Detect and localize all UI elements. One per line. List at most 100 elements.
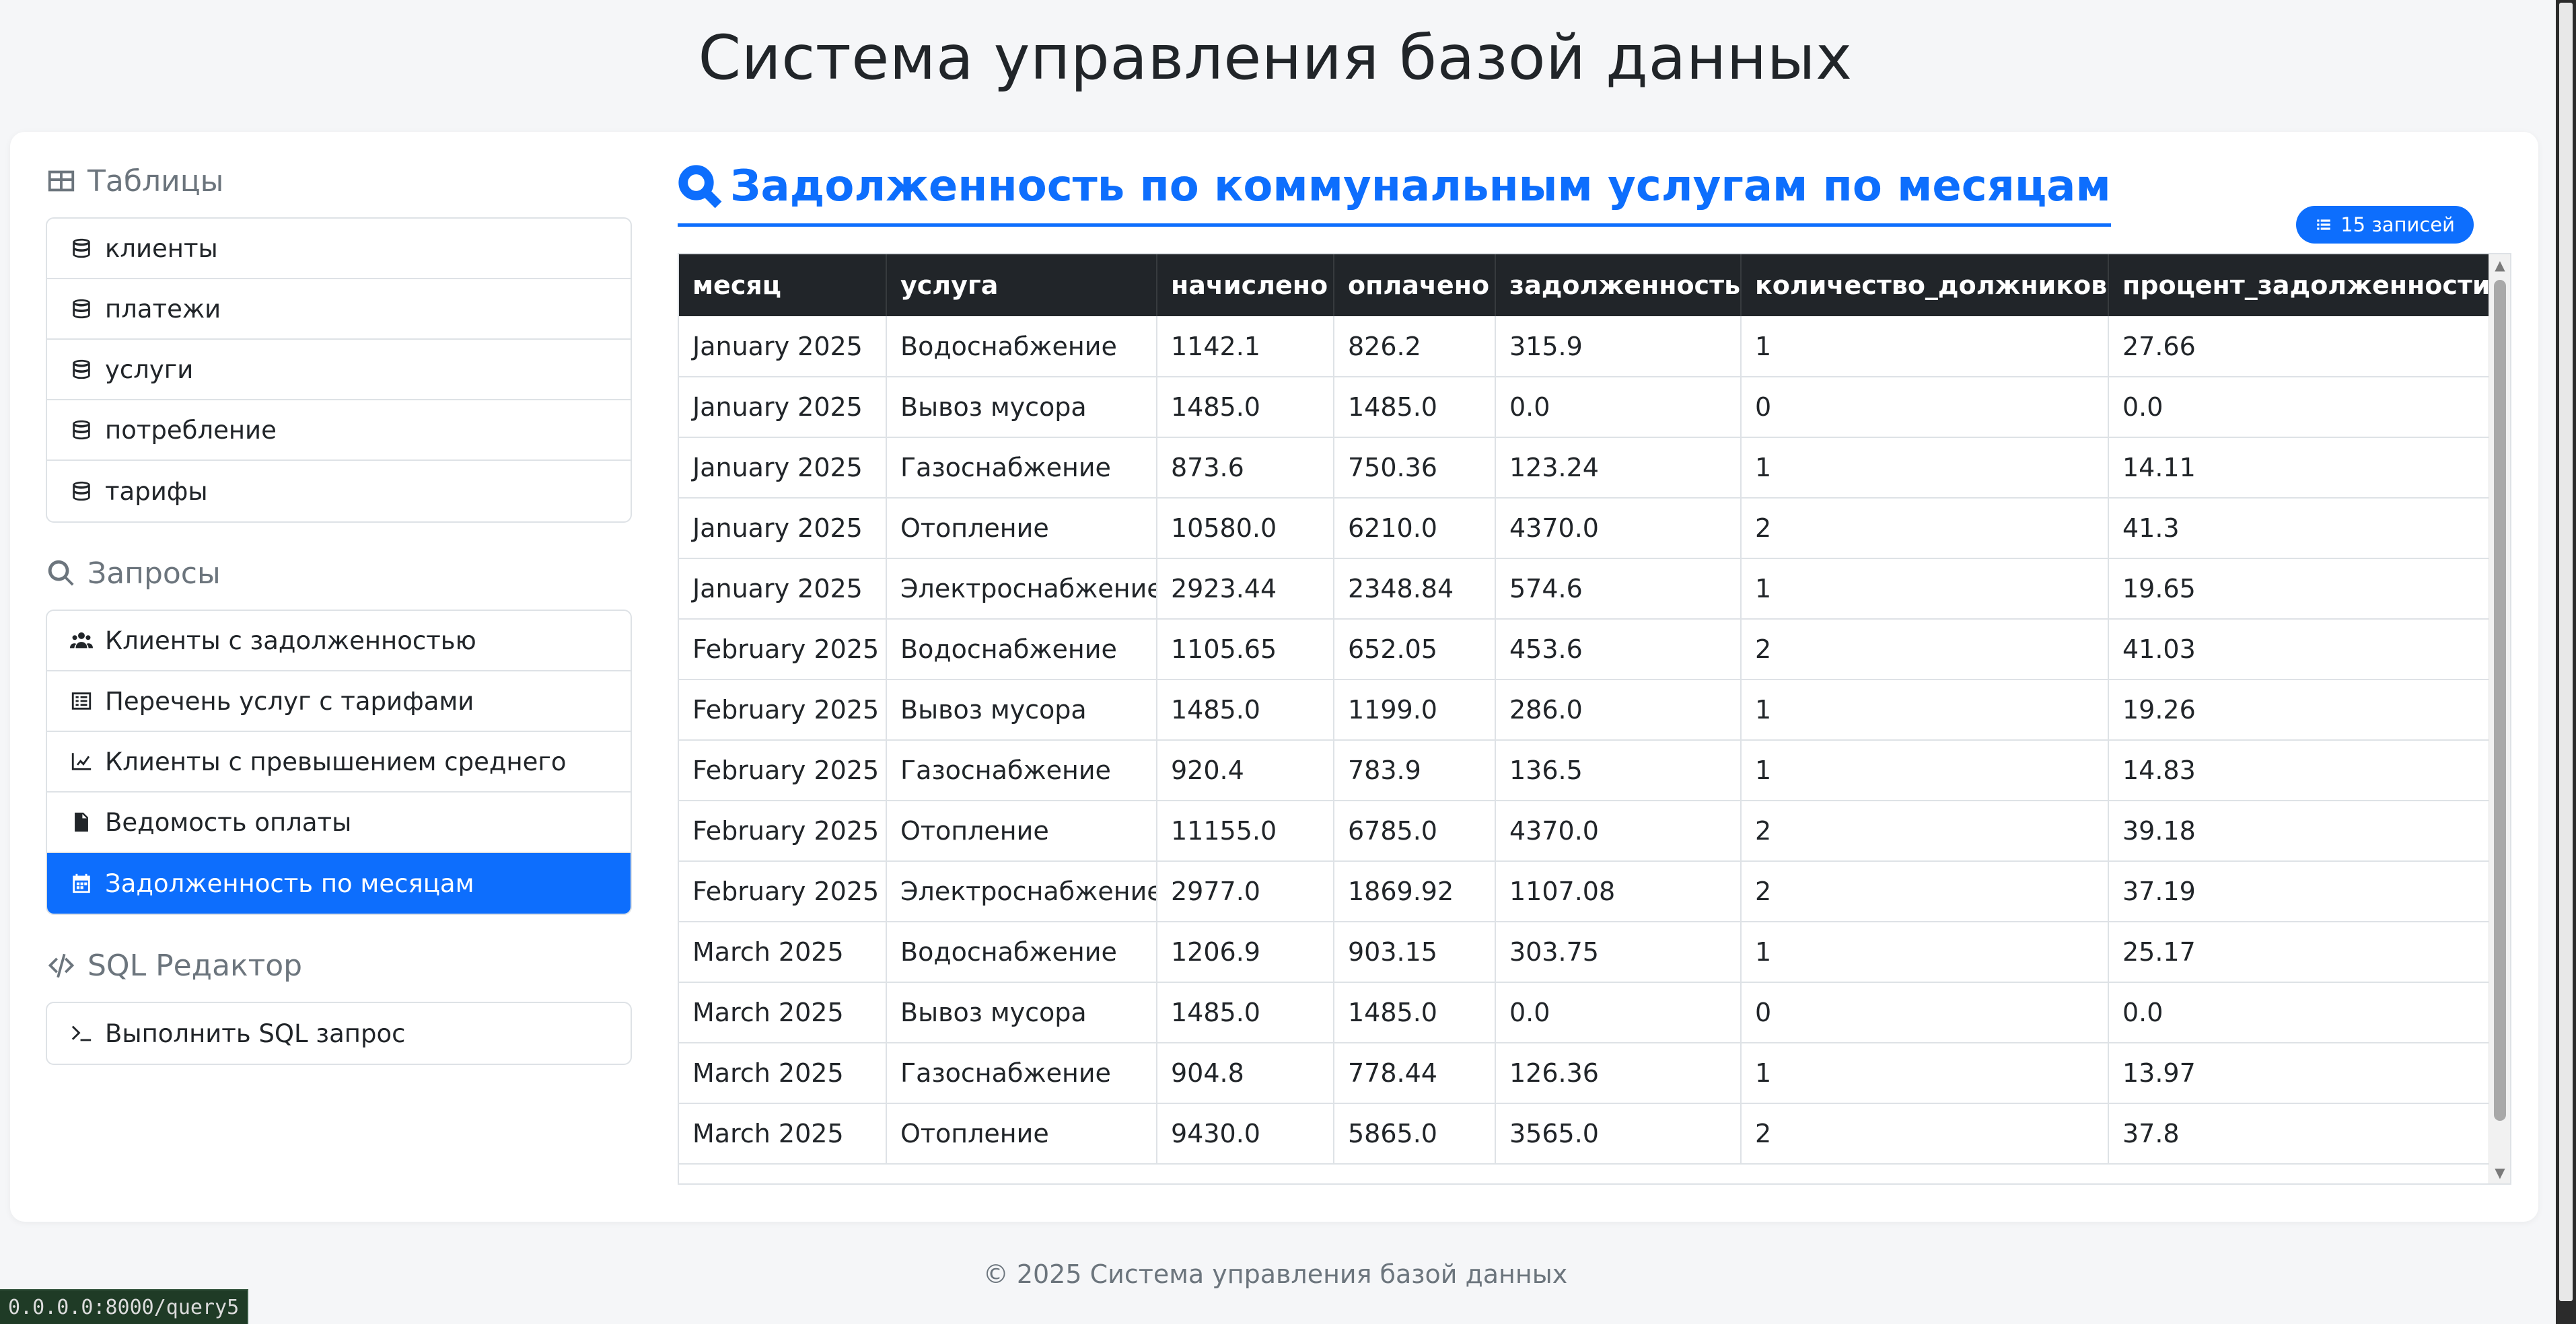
sidebar-item-tables-2[interactable]: услуги — [47, 340, 631, 400]
table-cell: Вывоз мусора — [886, 982, 1157, 1043]
table-row[interactable]: February 2025 Вывоз мусора 1485.0 1199.0 286… — [679, 679, 2491, 741]
sidebar-item-tables-1[interactable]: платежи — [47, 279, 631, 340]
database-icon — [73, 299, 90, 319]
table-cell: 303.75 — [1495, 922, 1742, 983]
sidebar-item-label: клиенты — [105, 233, 218, 263]
table-cell: Газоснабжение — [886, 437, 1157, 499]
table-cell: March 2025 — [679, 922, 887, 983]
table-cell: January 2025 — [679, 558, 887, 620]
table-cell: 1 — [1741, 316, 2109, 377]
table-cell: 2 — [1741, 619, 2109, 680]
table-cell: 1206.9 — [1157, 922, 1334, 983]
table-row[interactable]: January 2025 Водоснабжение 1142.1 826.2 315.… — [679, 316, 2491, 377]
table-cell: 315.9 — [1495, 316, 1742, 377]
table-cell: 1142.1 — [1157, 316, 1334, 377]
table-cell: Водоснабжение — [886, 316, 1157, 377]
sidebar-item-queries-3[interactable]: Ведомость оплаты — [47, 793, 631, 853]
column-header[interactable]: оплачено — [1334, 254, 1496, 316]
terminal-icon — [71, 1025, 92, 1041]
sql-section-label: SQL Редактор — [87, 948, 303, 983]
tables-section-title: Таблицы — [46, 157, 632, 205]
table-row[interactable]: February 2025 Газоснабжение 920.4 783.9 136.… — [679, 740, 2491, 801]
table-cell: Электроснабжение — [886, 558, 1157, 620]
database-icon — [73, 420, 90, 440]
table-cell: 0.0 — [1495, 982, 1742, 1043]
sidebar-item-label: Выполнить SQL запрос — [105, 1019, 406, 1048]
table-cell: Вывоз мусора — [886, 679, 1157, 741]
window-scrollbar[interactable] — [2556, 0, 2576, 1324]
table-cell: 14.11 — [2108, 437, 2491, 499]
sidebar-item-label: Клиенты с задолженностью — [105, 626, 476, 655]
column-header[interactable]: начислено — [1157, 254, 1334, 316]
table-cell: 1107.08 — [1495, 861, 1742, 922]
query-title: Задолженность по коммунальным услугам по… — [678, 161, 2111, 227]
sidebar-item-label: услуги — [105, 355, 194, 384]
table-row[interactable]: February 2025 Электроснабжение 2977.0 1869.… — [679, 861, 2491, 922]
sidebar-item-queries-0[interactable]: Клиенты с задолженностью — [47, 611, 631, 671]
table-row[interactable]: March 2025 Отопление 9430.0 5865.0 3565.0 2 37… — [679, 1103, 2491, 1165]
table-cell: 13.97 — [2108, 1043, 2491, 1104]
table-row[interactable]: February 2025 Водоснабжение 1105.65 652.05 4… — [679, 619, 2491, 680]
table-cell: 1199.0 — [1334, 679, 1496, 741]
table-row[interactable]: February 2025 Отопление 11155.0 6785.0 4370.… — [679, 801, 2491, 862]
table-row[interactable]: January 2025 Электроснабжение 2923.44 2348.… — [679, 558, 2491, 620]
code-icon — [48, 953, 75, 978]
column-header[interactable]: задолженность — [1495, 254, 1742, 316]
sidebar-item-queries-4[interactable]: Задолженность по месяцам — [47, 853, 631, 914]
window-scroll-thumb[interactable] — [2559, 3, 2573, 1301]
table-cell: 0 — [1741, 377, 2109, 438]
table-cell: 1485.0 — [1334, 377, 1496, 438]
table-row[interactable]: January 2025 Отопление 10580.0 6210.0 4370.0… — [679, 498, 2491, 559]
sidebar-item-tables-3[interactable]: потребление — [47, 400, 631, 461]
table-scrollbar[interactable]: ▲ ▼ — [2489, 254, 2510, 1183]
sidebar-item-sql-0[interactable]: Выполнить SQL запрос — [47, 1003, 631, 1064]
main-card: Таблицы клиенты платежи услуги потребление т… — [10, 132, 2538, 1222]
column-header[interactable]: количество_должников — [1741, 254, 2109, 316]
sidebar-item-tables-4[interactable]: тарифы — [47, 461, 631, 521]
sidebar-item-queries-2[interactable]: Клиенты с превышением среднего — [47, 732, 631, 793]
query-title-text: Задолженность по коммунальным услугам по… — [730, 161, 2111, 211]
table-cell: 0.0 — [2108, 982, 2491, 1043]
file-invoice-icon — [75, 812, 88, 832]
column-header[interactable]: процент_задолженности — [2108, 254, 2491, 316]
table-cell: March 2025 — [679, 1103, 887, 1165]
app-title: Система управления базой данных — [698, 23, 1853, 94]
column-header[interactable]: услуга — [886, 254, 1157, 316]
column-header[interactable]: месяц — [679, 254, 887, 316]
table-row[interactable]: January 2025 Вывоз мусора 1485.0 1485.0 0.0 0… — [679, 377, 2491, 438]
table-cell: 1 — [1741, 922, 2109, 983]
table-cell: 778.44 — [1334, 1043, 1496, 1104]
sidebar-item-queries-1[interactable]: Перечень услуг с тарифами — [47, 671, 631, 732]
database-icon — [73, 481, 90, 501]
table-row[interactable]: January 2025 Газоснабжение 873.6 750.36 123.… — [679, 437, 2491, 499]
queries-section-label: Запросы — [87, 556, 221, 591]
main-content: Задолженность по коммунальным услугам по… — [668, 161, 2511, 244]
table-cell: 37.8 — [2108, 1103, 2491, 1165]
table-cell: 2977.0 — [1157, 861, 1334, 922]
queries-section-title: Запросы — [46, 550, 632, 597]
tables-list: клиенты платежи услуги потребление тарифы — [46, 217, 632, 523]
table-cell: 37.19 — [2108, 861, 2491, 922]
table-row[interactable]: March 2025 Газоснабжение 904.8 778.44 126.36… — [679, 1043, 2491, 1104]
scroll-down-arrow-icon[interactable]: ▼ — [2489, 1163, 2510, 1182]
table-row[interactable]: March 2025 Вывоз мусора 1485.0 1485.0 0.0 0 0.… — [679, 982, 2491, 1043]
record-count-badge: 15 записей — [2296, 206, 2474, 244]
table-header-row: месяц услуга начислено оплачено задолженност… — [679, 254, 2491, 316]
table-scroll-thumb[interactable] — [2494, 280, 2506, 1121]
table-cell: February 2025 — [679, 801, 887, 862]
results-table-container[interactable]: месяц услуга начислено оплачено задолженност… — [678, 253, 2511, 1185]
table-cell: Газоснабжение — [886, 1043, 1157, 1104]
table-cell: 873.6 — [1157, 437, 1334, 499]
table-cell: Отопление — [886, 498, 1157, 559]
table-cell: 41.03 — [2108, 619, 2491, 680]
sidebar-item-label: потребление — [105, 415, 277, 445]
table-cell: Отопление — [886, 801, 1157, 862]
sidebar-item-tables-0[interactable]: клиенты — [47, 219, 631, 279]
record-count-text: 15 записей — [2340, 213, 2455, 236]
table-row[interactable]: March 2025 Водоснабжение 1206.9 903.15 303.7… — [679, 922, 2491, 983]
table-cell: 4370.0 — [1495, 498, 1742, 559]
table-cell: 1 — [1741, 437, 2109, 499]
scroll-up-arrow-icon[interactable]: ▲ — [2489, 256, 2510, 274]
table-cell: 1 — [1741, 679, 2109, 741]
database-icon — [73, 238, 90, 258]
